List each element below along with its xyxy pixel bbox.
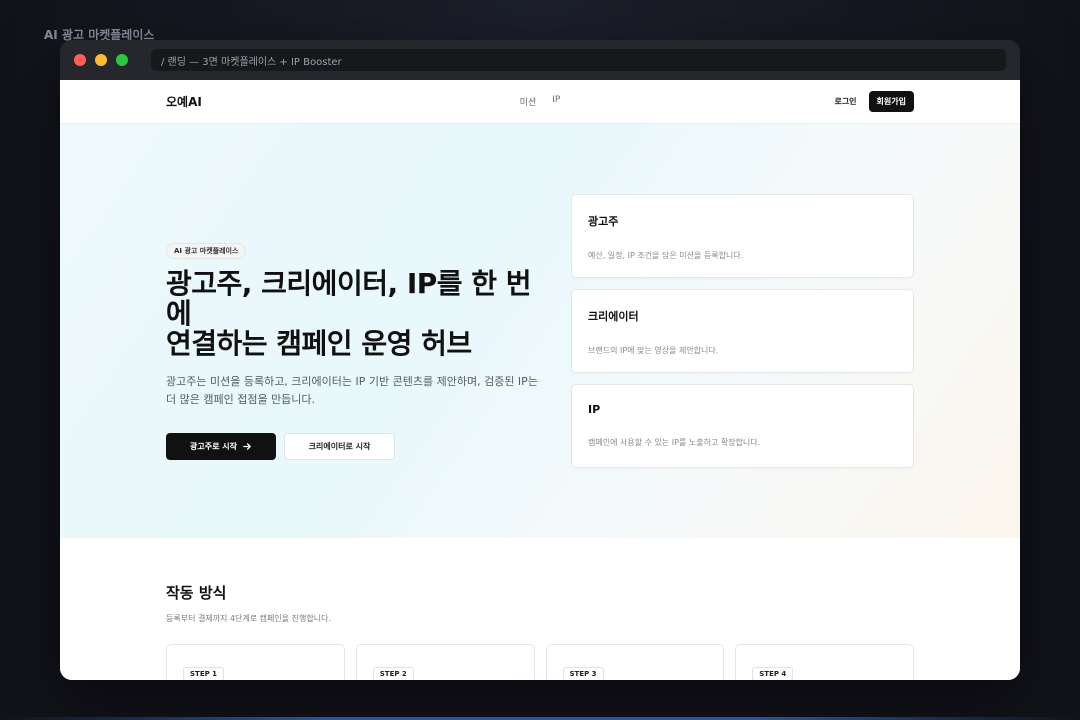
role-card-creator[interactable]: 크리에이터 브랜드의 IP에 맞는 영상을 제안합니다. [571,289,914,373]
site-logo[interactable]: 오예AI [166,93,202,110]
step-badge: STEP 3 [562,667,604,680]
role-card-title: IP [588,403,601,416]
step-badge: STEP 2 [372,667,414,680]
login-button[interactable]: 로그인 [834,96,856,107]
role-card-desc: 캠페인에 사용할 수 있는 IP를 노출하고 확장합니다. [588,438,761,447]
hero-title: 광고주, 크리에이터, IP를 한 번에 연결하는 캠페인 운영 허브 [166,269,556,359]
role-card-desc: 브랜드의 IP에 맞는 영상을 제안합니다. [588,346,719,355]
hero-badge: AI 광고 마켓플레이스 [166,243,247,259]
step-badge: STEP 4 [752,667,794,680]
maximize-window-button[interactable] [116,54,128,66]
window-titlebar: / 랜딩 — 3면 마켓플레이스 + IP Booster [60,40,1020,80]
steps-list: STEP 1 STEP 2 STEP 3 STEP 4 [166,644,914,680]
minimize-window-button[interactable] [95,54,107,66]
arrow-right-icon [243,443,251,450]
how-it-works-section: 작동 방식 등록부터 결제까지 4단계로 캠페인을 진행합니다. STEP 1 … [60,538,1020,680]
role-cards: 광고주 예산, 일정, IP 조건을 담은 미션을 등록합니다. 크리에이터 브… [571,194,914,479]
browser-window: / 랜딩 — 3면 마켓플레이스 + IP Booster 오예AI 미션 IP… [60,40,1020,680]
hero-content: AI 광고 마켓플레이스 광고주, 크리에이터, IP를 한 번에 연결하는 캠… [166,238,556,460]
start-as-creator-button[interactable]: 크리에이터로 시작 [284,433,395,460]
hero-section: AI 광고 마켓플레이스 광고주, 크리에이터, IP를 한 번에 연결하는 캠… [60,124,1020,538]
hero-buttons: 광고주로 시작 크리에이터로 시작 [166,433,556,460]
start-as-advertiser-label: 광고주로 시작 [190,442,237,451]
step-card-2: STEP 2 [355,644,535,680]
role-card-desc: 예산, 일정, IP 조건을 담은 미션을 등록합니다. [588,251,744,260]
page-viewport: 오예AI 미션 IP 로그인 회원가입 AI 광고 마켓플레이스 광고주, 크리… [60,80,1020,680]
hero-desc-line2: 더 많은 캠페인 접점을 만듭니다. [166,393,316,406]
step-badge: STEP 1 [183,667,225,680]
hero-title-line1: 광고주, 크리에이터, IP를 한 번에 [166,267,532,330]
step-card-4: STEP 4 [735,644,914,680]
top-nav: 오예AI 미션 IP 로그인 회원가입 [60,80,1020,124]
nav-link-mission[interactable]: 미션 [520,95,537,108]
address-bar[interactable]: / 랜딩 — 3면 마켓플레이스 + IP Booster [151,49,1006,71]
role-card-advertiser[interactable]: 광고주 예산, 일정, IP 조건을 담은 미션을 등록합니다. [571,194,914,278]
role-card-title: 크리에이터 [588,310,639,323]
start-as-advertiser-button[interactable]: 광고주로 시작 [166,433,276,460]
nav-links: 미션 IP [520,95,561,108]
section-subtitle: 등록부터 결제까지 4단계로 캠페인을 진행합니다. [166,614,332,623]
hero-title-line2: 연결하는 캠페인 운영 허브 [166,327,472,360]
signup-button[interactable]: 회원가입 [868,91,914,112]
role-card-title: 광고주 [588,215,619,228]
nav-link-ip[interactable]: IP [552,95,560,108]
close-window-button[interactable] [74,54,86,66]
nav-actions: 로그인 회원가입 [834,91,914,112]
role-card-ip[interactable]: IP 캠페인에 사용할 수 있는 IP를 노출하고 확장합니다. [571,384,914,468]
section-title: 작동 방식 [166,584,227,602]
step-card-3: STEP 3 [545,644,725,680]
hero-description: 광고주는 미션을 등록하고, 크리에이터는 IP 기반 콘텐츠를 제안하며, 검… [166,373,556,409]
hero-desc-line1: 광고주는 미션을 등록하고, 크리에이터는 IP 기반 콘텐츠를 제안하며, 검… [166,375,538,388]
step-card-1: STEP 1 [166,644,345,680]
